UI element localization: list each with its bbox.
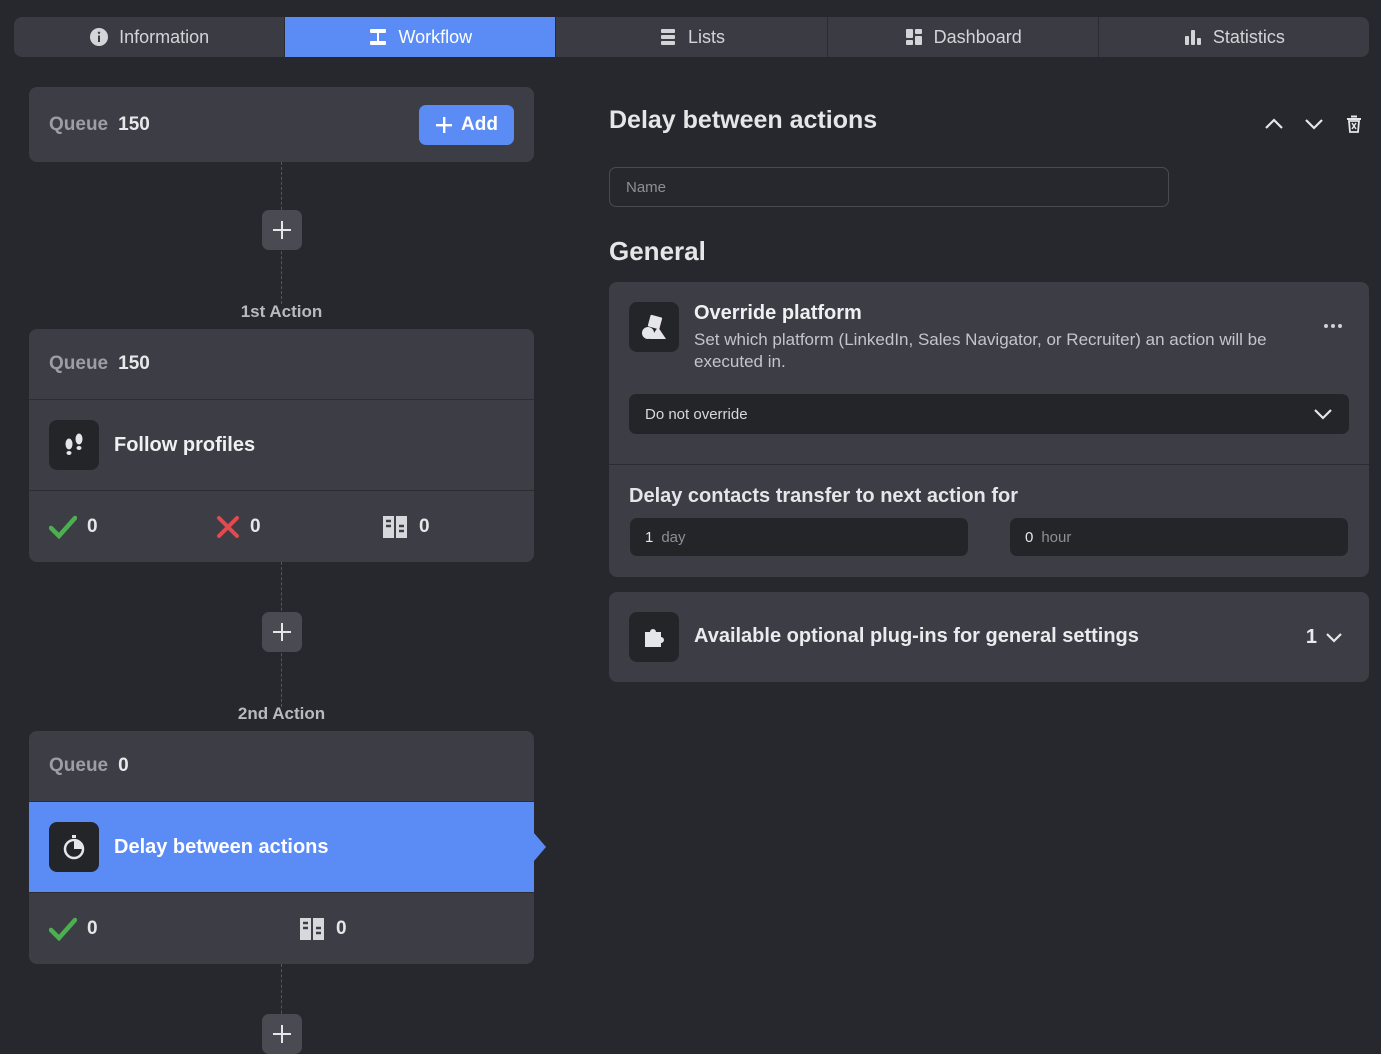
panel-title: Delay between actions <box>609 106 878 134</box>
plugins-count-toggle: 1 <box>1306 626 1343 649</box>
trash-icon <box>1347 115 1361 133</box>
chevron-down-icon <box>1305 119 1323 130</box>
delay-days-value: 1 <box>645 528 654 546</box>
step-label: 1st Action <box>240 302 323 321</box>
action-card: Queue 0 Delay between actions 0 0 <box>29 731 534 964</box>
more-icon <box>1324 324 1342 328</box>
delay-hours-value: 0 <box>1025 528 1034 546</box>
skipped-icon <box>300 917 324 940</box>
check-icon <box>49 917 77 941</box>
step-label: 2nd Action <box>237 704 326 723</box>
tab-dashboard[interactable]: Dashboard <box>828 17 1099 57</box>
override-platform-title: Override platform <box>694 302 862 324</box>
name-input[interactable] <box>609 167 1169 207</box>
workflow-icon <box>370 29 387 45</box>
plugins-count: 1 <box>1305 626 1317 648</box>
failed-count: 0 <box>250 515 261 537</box>
tab-lists[interactable]: Lists <box>556 17 828 57</box>
plus-icon <box>273 1025 291 1043</box>
delay-transfer-title: Delay contacts transfer to next action f… <box>629 485 1018 507</box>
tab-workflow[interactable]: Workflow <box>285 17 557 57</box>
tab-label: Lists <box>688 26 726 47</box>
plugins-title: Available optional plug-ins for general … <box>694 625 1139 647</box>
tab-label: Information <box>119 26 210 47</box>
add-button[interactable]: Add <box>419 104 514 145</box>
plus-icon <box>273 623 291 641</box>
tab-label: Workflow <box>398 26 473 47</box>
move-down-button[interactable] <box>1300 110 1328 138</box>
skipped-icon <box>383 515 407 538</box>
tab-label: Dashboard <box>933 26 1022 47</box>
queue-label: Queue <box>49 353 109 374</box>
queue-count: 150 <box>118 353 150 374</box>
override-platform-description: Set which platform (LinkedIn, Sales Navi… <box>694 330 1267 371</box>
queue-label: Queue <box>49 755 109 776</box>
skipped-count: 0 <box>336 917 347 939</box>
tab-label: Statistics <box>1212 26 1285 47</box>
lists-icon <box>661 29 675 45</box>
insert-action-button[interactable] <box>262 1014 302 1054</box>
tab-bar: Information Workflow Lists Dashboard Sta… <box>14 17 1369 57</box>
delay-days-input[interactable]: 1 day <box>630 518 968 556</box>
success-count: 0 <box>87 917 98 939</box>
action-title: Delay between actions <box>114 835 329 858</box>
plugins-expander[interactable]: Available optional plug-ins for general … <box>609 592 1369 682</box>
shapes-icon <box>629 302 679 352</box>
cross-icon <box>217 515 239 538</box>
footprints-icon <box>49 420 99 470</box>
delay-hours-input[interactable]: 0 hour <box>1010 518 1348 556</box>
dashboard-icon <box>905 29 922 45</box>
platform-select[interactable]: Do not override <box>629 394 1349 434</box>
stats-row: 0 0 <box>29 892 534 964</box>
success-count: 0 <box>87 515 98 537</box>
check-icon <box>49 515 77 539</box>
delay-days-unit: day <box>661 528 686 546</box>
divider <box>609 464 1369 465</box>
chevron-down-icon <box>1326 633 1342 643</box>
tab-information[interactable]: Information <box>14 17 286 57</box>
puzzle-icon <box>629 612 679 662</box>
action-title: Follow profiles <box>114 433 256 456</box>
plus-icon <box>436 116 453 133</box>
plus-icon <box>273 221 291 239</box>
insert-action-button[interactable] <box>262 612 302 652</box>
action-item-delay-between-actions[interactable]: Delay between actions <box>29 801 534 892</box>
action-item-follow-profiles[interactable]: Follow profiles <box>29 399 534 490</box>
chevron-down-icon <box>1314 409 1332 420</box>
tab-statistics[interactable]: Statistics <box>1099 17 1369 57</box>
skipped-count: 0 <box>419 515 430 537</box>
more-options-button[interactable] <box>1323 312 1343 335</box>
section-title-general: General <box>609 236 706 266</box>
queue-row: Queue 150 <box>29 329 534 399</box>
delay-hours-unit: hour <box>1041 528 1072 546</box>
skipped-stat: 0 <box>381 514 430 540</box>
start-queue-card: Queue 150 Add <box>29 87 534 162</box>
stats-row: 0 0 0 <box>29 490 534 562</box>
info-icon <box>90 28 109 46</box>
queue-count: 150 <box>118 113 150 135</box>
queue-row: Queue 150 Add <box>29 87 534 162</box>
skipped-stat: 0 <box>298 916 347 942</box>
move-up-button[interactable] <box>1260 110 1288 138</box>
platform-select-value: Do not override <box>645 405 748 423</box>
failed-stat: 0 <box>216 515 381 539</box>
success-stat: 0 <box>49 515 216 539</box>
insert-action-button[interactable] <box>262 210 302 250</box>
queue-count: 0 <box>118 755 129 776</box>
statistics-icon <box>1184 30 1201 45</box>
stopwatch-icon <box>49 822 99 872</box>
queue-label: Queue <box>49 113 109 135</box>
queue-row: Queue 0 <box>29 731 534 801</box>
chevron-up-icon <box>1265 118 1283 129</box>
add-label: Add <box>461 113 498 135</box>
general-settings-card: Override platform Set which platform (Li… <box>609 282 1369 577</box>
success-stat: 0 <box>49 917 298 941</box>
delete-button[interactable] <box>1340 110 1368 138</box>
selection-pointer <box>534 833 546 861</box>
action-card: Queue 150 Follow profiles 0 0 0 <box>29 329 534 562</box>
